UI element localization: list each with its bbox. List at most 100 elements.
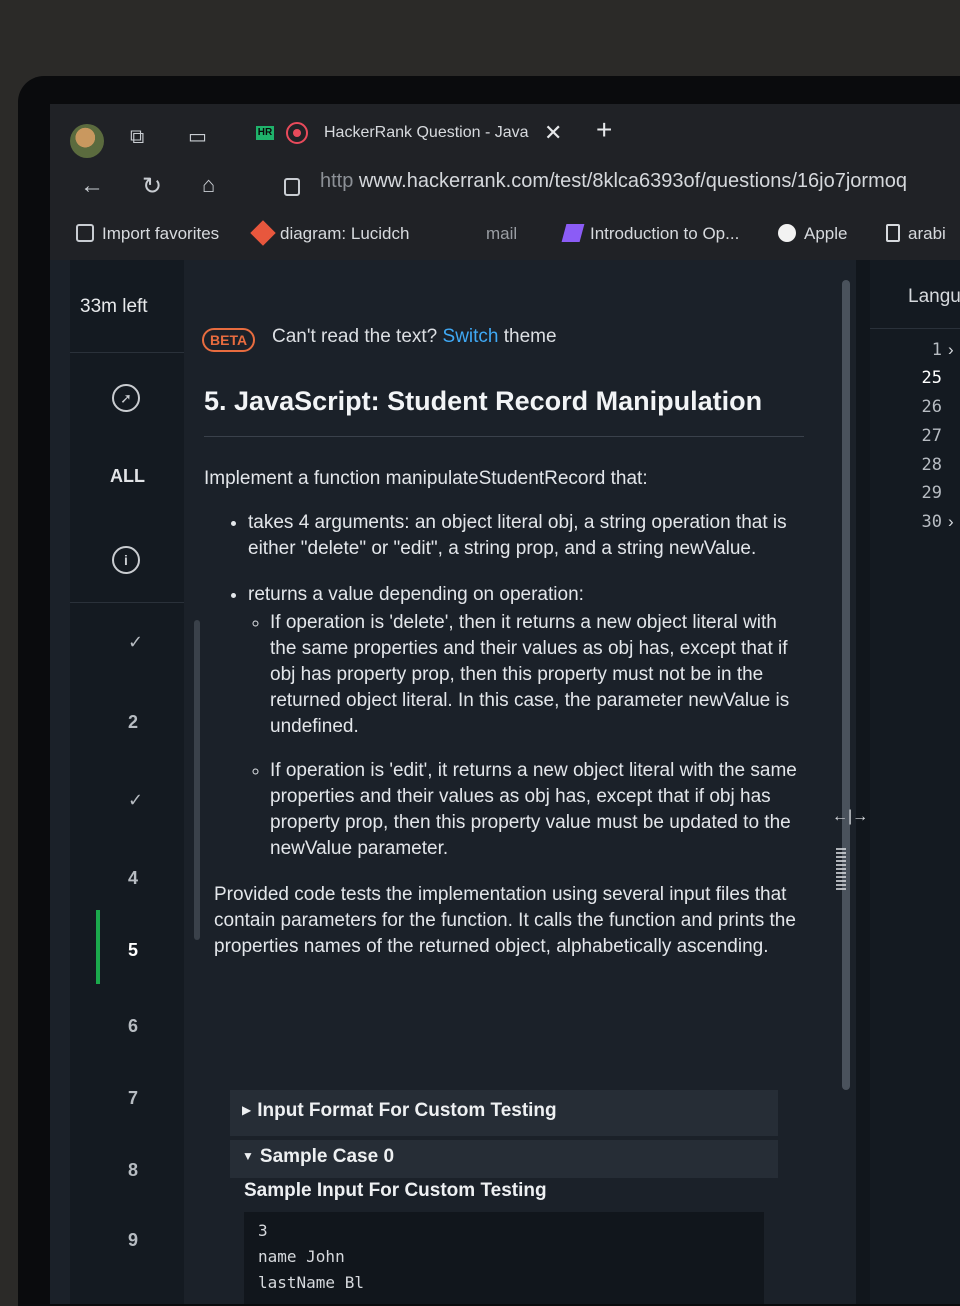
line-number: 1 [931,340,942,360]
code-editor-pane: Langu 1 › 25 26 27 28 29 30 › [870,260,960,1304]
question-8[interactable]: 8 [128,1160,138,1181]
fav-apple[interactable]: Apple [778,224,847,244]
fav-mail[interactable]: mail [486,224,517,244]
line-number: 26 [921,397,942,417]
url-text: www.hackerrank.com/test/8klca6393of/ques… [358,170,907,192]
drag-handle-icon[interactable] [836,848,846,892]
language-selector[interactable]: Langu [908,286,960,308]
pane-divider[interactable] [856,260,870,1304]
question-6[interactable]: 6 [128,1016,138,1037]
question-1-done[interactable]: ✓ [128,632,143,653]
tab-bar: ⧉ ▭ HR HackerRank Question - Java ✕ + [50,104,960,162]
switch-theme-link[interactable]: Switch [443,326,499,347]
question-7[interactable]: 7 [128,1088,138,1109]
list-item: returns a value depending on operation: … [248,582,804,862]
sample-input-code: 3 name John lastName Bl [244,1212,764,1304]
question-2[interactable]: 2 [128,712,138,733]
back-icon[interactable]: ← [80,172,104,200]
fav-label: arabi [908,224,946,243]
intro-text: Implement a function manipulateStudentRe… [204,468,648,489]
resize-arrows-icon[interactable]: ←|→ [832,808,868,826]
expand-triangle-icon: ▶ [242,1103,252,1117]
fav-label: Apple [804,224,848,243]
question-9[interactable]: 9 [128,1230,138,1251]
editor-divider [870,328,960,329]
question-4[interactable]: 4 [128,868,138,889]
divider [70,602,184,603]
line-number: 25 [921,368,942,388]
beta-badge: BETA [202,328,256,352]
input-format-toggle[interactable]: ▶ Input Format For Custom Testing [230,1090,778,1136]
fav-label: diagram: Lucidch [280,224,410,243]
provided-code-text: Provided code tests the implementation u… [214,884,796,957]
fold-chevron-icon[interactable]: › [948,512,954,532]
url-field[interactable]: http www.hackerrank.com/test/8klca6393of… [320,170,907,193]
fav-import[interactable]: Import favorites [76,224,219,244]
compass-icon[interactable]: ➚ [112,384,140,412]
tab-actions-icon[interactable]: ▭ [188,124,207,149]
question-content: BETA Can't read the text? Switch theme 5… [200,260,840,1304]
sub-list: If operation is 'delete', then it return… [248,610,804,862]
new-tab-icon[interactable]: + [596,114,612,146]
code-line: name John [258,1247,345,1266]
question-title: 5. JavaScript: Student Record Manipulati… [204,386,763,416]
tab-hackerrank[interactable]: HR HackerRank Question - Java ✕ [240,116,570,156]
page-icon [886,224,900,242]
browser-window: ⧉ ▭ HR HackerRank Question - Java ✕ + ← … [50,104,960,1304]
sample-case-label: Sample Case 0 [259,1146,395,1167]
profile-avatar[interactable] [70,124,104,158]
all-questions-link[interactable]: ALL [110,466,145,487]
workspaces-icon[interactable]: ⧉ [130,126,144,149]
list-item: takes 4 arguments: an object literal obj… [248,510,804,562]
import-icon [76,224,94,242]
divider [70,352,184,353]
apple-icon [778,224,796,242]
fav-label: Import favorites [102,224,220,243]
time-left: 33m left [80,296,148,317]
close-tab-icon[interactable]: ✕ [544,120,562,146]
fav-lucidchart[interactable]: diagram: Lucidch [250,220,410,246]
line-number: 27 [921,426,942,446]
fav-introduction[interactable]: Introduction to Op... [561,224,740,244]
theme-prefix: Can't read the text? [272,326,438,347]
question-5-active[interactable]: 5 [128,940,138,961]
list-item-text: returns a value depending on operation: [248,584,584,605]
address-bar: ← ↻ ⌂ http www.hackerrank.com/test/8klca… [50,162,960,214]
lucidchart-icon [250,220,276,246]
favorites-bar: Import favorites diagram: Lucidch mail I… [50,214,960,261]
sample-input-heading: Sample Input For Custom Testing [244,1180,547,1201]
line-number: 28 [921,455,942,475]
active-question-indicator [96,910,100,984]
content-scrollbar[interactable] [842,280,850,1090]
input-format-label: Input Format For Custom Testing [257,1100,557,1121]
lock-icon[interactable] [284,178,300,196]
question-3-done[interactable]: ✓ [128,790,143,811]
home-icon[interactable]: ⌂ [202,172,215,198]
collapse-triangle-icon: ▼ [242,1149,254,1163]
fav-label: Introduction to Op... [590,224,740,243]
theme-suffix: theme [503,326,557,347]
fav-label: mail [486,224,518,243]
question-sidebar: 33m left ➚ ALL i ✓ 2 ✓ 4 5 6 7 8 9 [70,260,200,1304]
fold-chevron-icon[interactable]: › [948,340,954,360]
line-number: 30 [921,512,942,532]
line-number: 29 [921,483,942,503]
info-icon[interactable]: i [112,546,140,574]
code-line: 3 [258,1221,268,1240]
hackerrank-app: 33m left ➚ ALL i ✓ 2 ✓ 4 5 6 7 8 9 BETA … [50,260,960,1304]
hackerrank-favicon: HR [256,126,274,140]
code-line: lastName Bl [258,1273,364,1292]
tab-title: HackerRank Question - Java [324,124,529,141]
title-divider [204,436,804,437]
sub-list-item: If operation is 'delete', then it return… [270,610,804,740]
sample-case-toggle[interactable]: ▼ Sample Case 0 [230,1140,778,1178]
requirements-list: takes 4 arguments: an object literal obj… [204,510,804,862]
question-body: Implement a function manipulateStudentRe… [204,466,804,978]
course-icon [561,224,585,242]
fav-arabic[interactable]: arabi [886,224,946,244]
url-scheme: http [320,170,354,192]
recording-icon [286,122,308,144]
sub-list-item: If operation is 'edit', it returns a new… [270,758,804,862]
theme-note: Can't read the text? Switch theme [272,326,557,348]
refresh-icon[interactable]: ↻ [142,172,162,201]
